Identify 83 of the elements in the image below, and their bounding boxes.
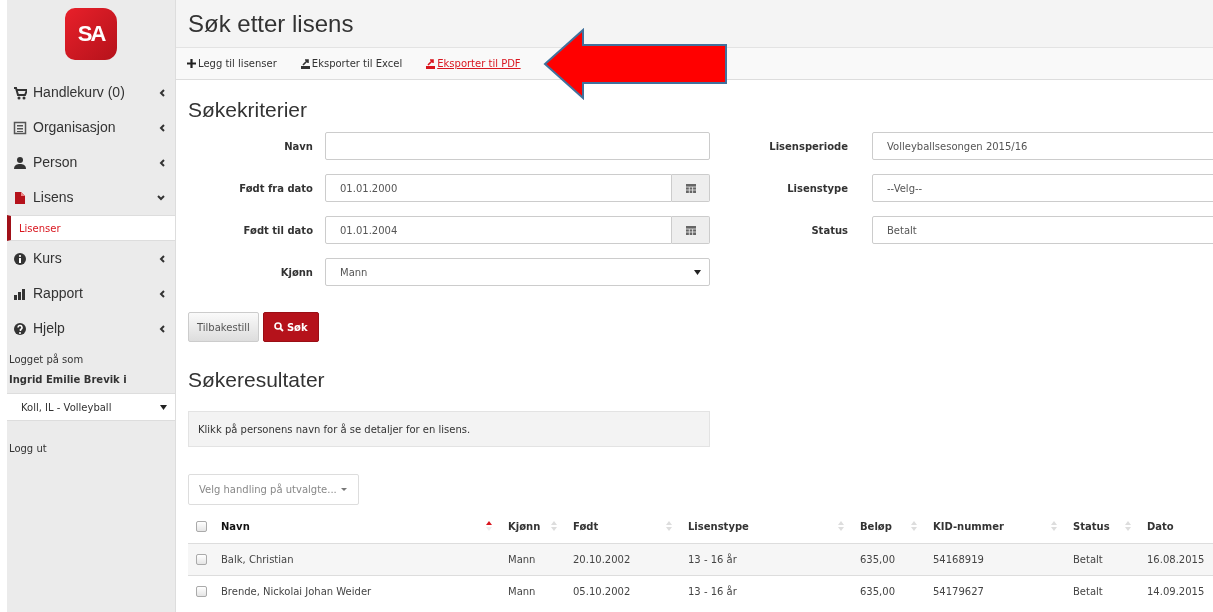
table-cell: Betalt xyxy=(1073,585,1103,597)
section-heading: Søkekriterier xyxy=(188,97,309,123)
field-label: Født til dato xyxy=(243,224,313,236)
help-icon xyxy=(13,321,27,336)
column-header[interactable]: Født xyxy=(573,518,599,534)
sidebar-item[interactable]: Hjelp xyxy=(33,318,153,339)
list-icon xyxy=(13,120,27,135)
user-name: Ingrid Emilie Brevik i xyxy=(9,373,128,387)
table-cell: 14.09.2015 xyxy=(1147,585,1205,597)
logout-link[interactable]: Logg ut xyxy=(9,443,47,454)
calendar-icon xyxy=(685,225,696,235)
toolbar-link[interactable]: Eksporter til PDF xyxy=(426,56,521,71)
sidebar-subitem[interactable]: Lisenser xyxy=(7,215,175,241)
bulk-action-dropdown[interactable]: Velg handling på utvalgte... xyxy=(188,474,359,505)
cart-icon xyxy=(13,85,27,100)
table-cell: 13 - 16 år xyxy=(688,553,737,565)
field-label: Lisenstype xyxy=(787,182,848,194)
table-cell: Mann xyxy=(508,585,536,597)
table-cell: 13 - 16 år xyxy=(688,585,737,597)
table-cell: Betalt xyxy=(1073,553,1103,565)
date-field[interactable]: 01.01.2000 xyxy=(325,174,672,202)
sidebar-item[interactable]: Lisens xyxy=(33,187,151,208)
sidebar-item[interactable]: Person xyxy=(33,152,153,173)
caret-icon xyxy=(694,269,701,275)
sort-icon[interactable] xyxy=(486,520,492,533)
column-header[interactable]: Lisenstype xyxy=(688,518,749,534)
column-header[interactable]: Dato xyxy=(1147,518,1174,534)
reset-button[interactable]: Tilbakestill xyxy=(188,312,259,342)
field-label: Lisensperiode xyxy=(769,140,848,152)
person-icon xyxy=(13,155,27,170)
toolbar-link[interactable]: Eksporter til Excel xyxy=(300,56,403,71)
search-icon xyxy=(273,322,284,332)
column-header[interactable]: Kjønn xyxy=(508,518,541,534)
table-cell: 635,00 xyxy=(860,585,895,597)
logged-in-label: Logget på som xyxy=(9,352,85,367)
sidebar-item[interactable]: Handlekurv (0) xyxy=(33,82,153,103)
page-title: Søk etter lisens xyxy=(188,9,354,38)
table-cell: 16.08.2015 xyxy=(1147,553,1205,565)
sidebar-item[interactable]: Kurs xyxy=(33,248,153,269)
checkbox[interactable] xyxy=(196,521,207,533)
calendar-icon xyxy=(685,183,696,193)
search-button[interactable]: Søk xyxy=(262,312,319,342)
organization-select[interactable]: Koll, IL - Volleyball xyxy=(7,393,175,421)
column-header[interactable]: KID-nummer xyxy=(933,518,1004,534)
calendar-button[interactable] xyxy=(672,174,710,202)
export-icon xyxy=(426,58,436,69)
sidebar-item[interactable]: Rapport xyxy=(33,283,153,304)
field-label: Født fra dato xyxy=(239,182,313,194)
info-message: Klikk på personens navn for å se detaljer for en lisens. xyxy=(188,411,710,447)
table-cell: 20.10.2002 xyxy=(573,553,631,565)
export-icon xyxy=(300,58,310,69)
document-icon xyxy=(13,190,27,205)
checkbox[interactable] xyxy=(196,586,207,598)
field-label: Status xyxy=(811,224,848,236)
bar-chart-icon xyxy=(13,286,27,301)
table-cell: Balk, Christian xyxy=(221,553,294,565)
plus-icon xyxy=(187,59,196,68)
table-cell: 635,00 xyxy=(860,553,895,565)
date-field[interactable]: 01.01.2004 xyxy=(325,216,672,244)
info-icon xyxy=(13,251,27,266)
input-field[interactable]: Volleyballsesongen 2015/16 xyxy=(872,132,1213,160)
input-field[interactable]: --Velg-- xyxy=(872,174,1213,202)
table-cell: Brende, Nickolai Johan Weider xyxy=(221,585,372,597)
input-field[interactable] xyxy=(325,132,710,160)
field-label: Kjønn xyxy=(280,266,313,278)
caret-icon xyxy=(340,487,347,492)
table-cell: 05.10.2002 xyxy=(573,585,631,597)
calendar-button[interactable] xyxy=(672,216,710,244)
sidebar-item[interactable]: Organisasjon xyxy=(33,117,153,138)
column-header[interactable]: Beløp xyxy=(860,518,892,534)
logo: SA xyxy=(65,8,117,60)
caret-icon xyxy=(160,404,167,410)
table-cell: 54168919 xyxy=(933,553,984,565)
table-cell: Mann xyxy=(508,553,536,565)
checkbox[interactable] xyxy=(196,554,207,565)
table-cell: 54179627 xyxy=(933,585,984,597)
select-field[interactable]: Mann xyxy=(325,258,710,286)
field-label: Navn xyxy=(284,140,313,152)
section-heading: Søkeresultater xyxy=(188,367,326,393)
toolbar-link[interactable]: Legg til lisenser xyxy=(187,56,277,71)
column-header[interactable]: Navn xyxy=(221,518,250,534)
input-field[interactable]: Betalt xyxy=(872,216,1213,244)
column-header[interactable]: Status xyxy=(1073,518,1110,534)
